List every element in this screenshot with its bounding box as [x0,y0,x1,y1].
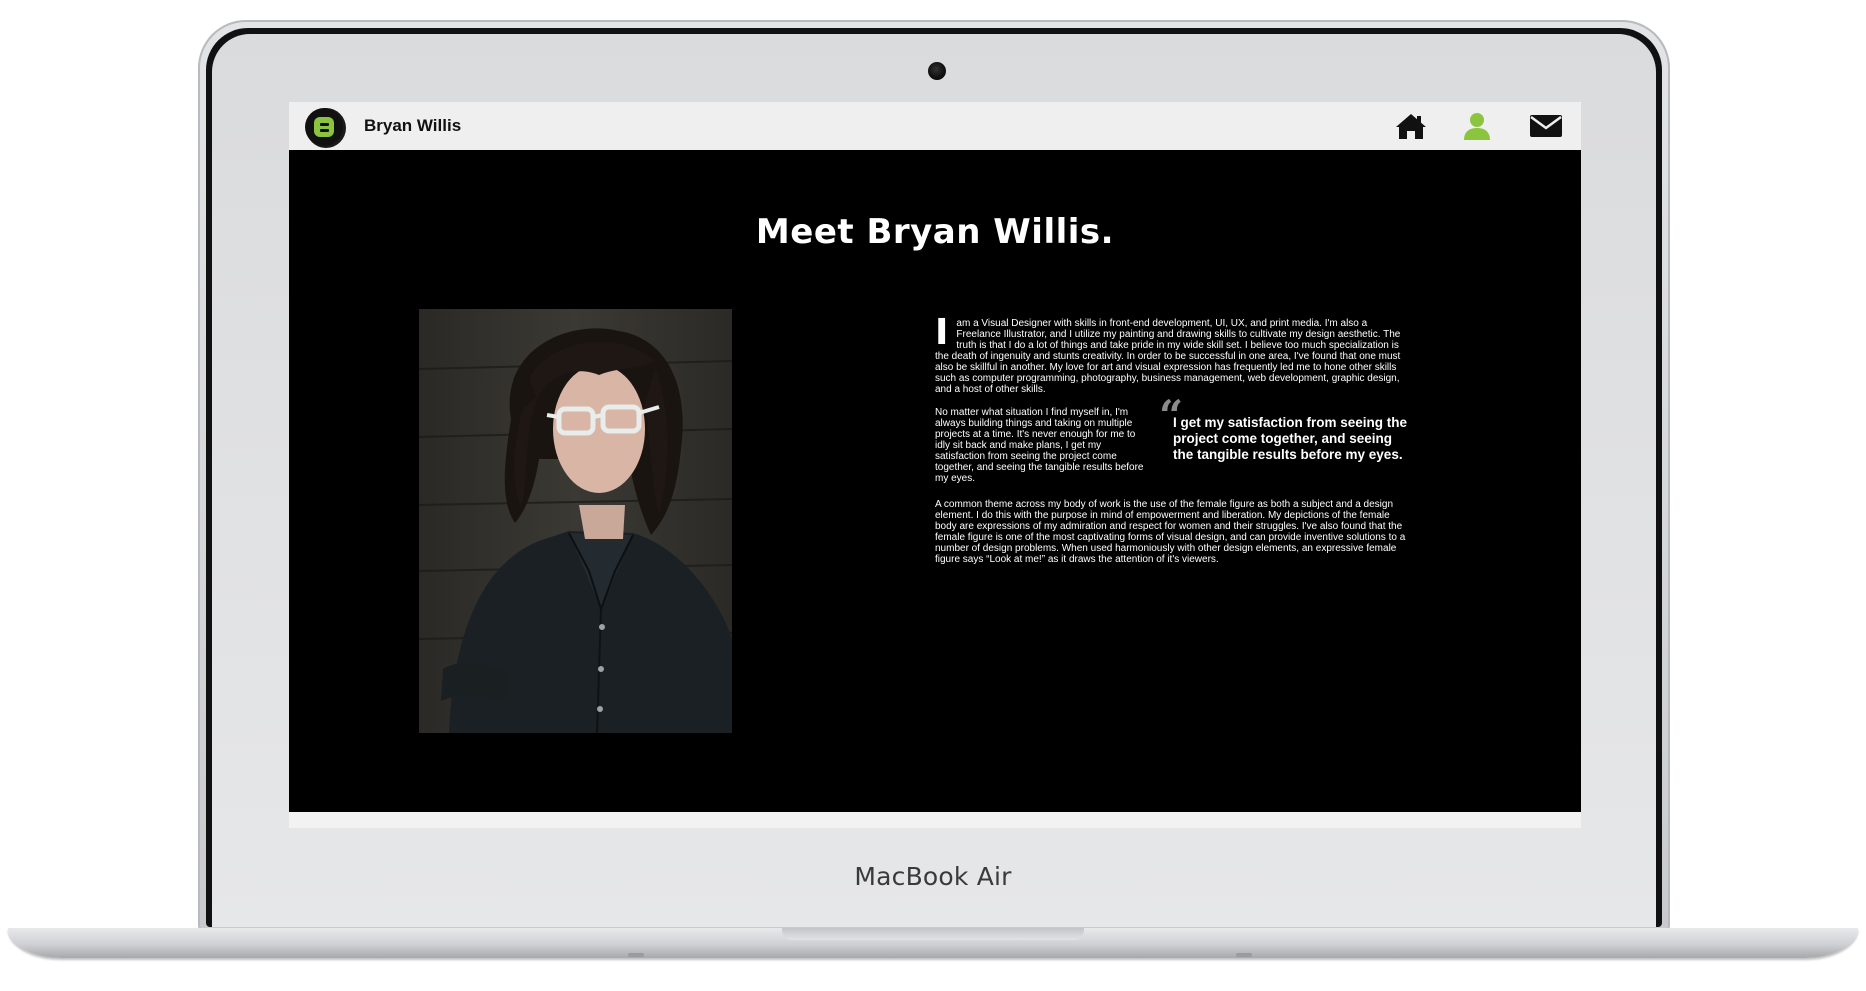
laptop-hinge-notch [782,928,1084,940]
webcam [928,62,946,80]
bio-paragraph-1: am a Visual Designer with skills in fron… [935,318,1401,395]
site-logo[interactable] [307,110,341,144]
user-icon[interactable] [1463,112,1491,140]
drop-cap: I [935,312,949,353]
profile-photo [419,309,732,733]
site-name[interactable]: Bryan Willis [364,116,461,136]
device-label: MacBook Air [854,862,1012,891]
bio-paragraph-2: No matter what situation I find myself i… [935,407,1144,484]
laptop-foot [628,953,644,957]
bio-paragraph-3: A common theme across my body of work is… [935,499,1406,565]
envelope-icon[interactable] [1529,112,1563,140]
bio-section: Iam a Visual Designer with skills in fro… [935,312,1409,577]
site-header: Bryan Willis [289,102,1581,150]
page-title: Meet Bryan Willis. [755,212,1115,252]
laptop-foot [1236,953,1252,957]
site-footer-strip [289,812,1581,828]
bio-intro: Iam a Visual Designer with skills in fro… [935,312,1409,396]
browser-viewport: Bryan Willis Meet Bryan Willis. I am a V… [289,102,1581,828]
logo-mark [314,117,334,137]
bio-split-row: No matter what situation I find myself i… [935,395,1409,487]
pull-quote: I get my satisfaction from seeing the pr… [1173,415,1408,462]
home-icon[interactable] [1395,112,1427,140]
